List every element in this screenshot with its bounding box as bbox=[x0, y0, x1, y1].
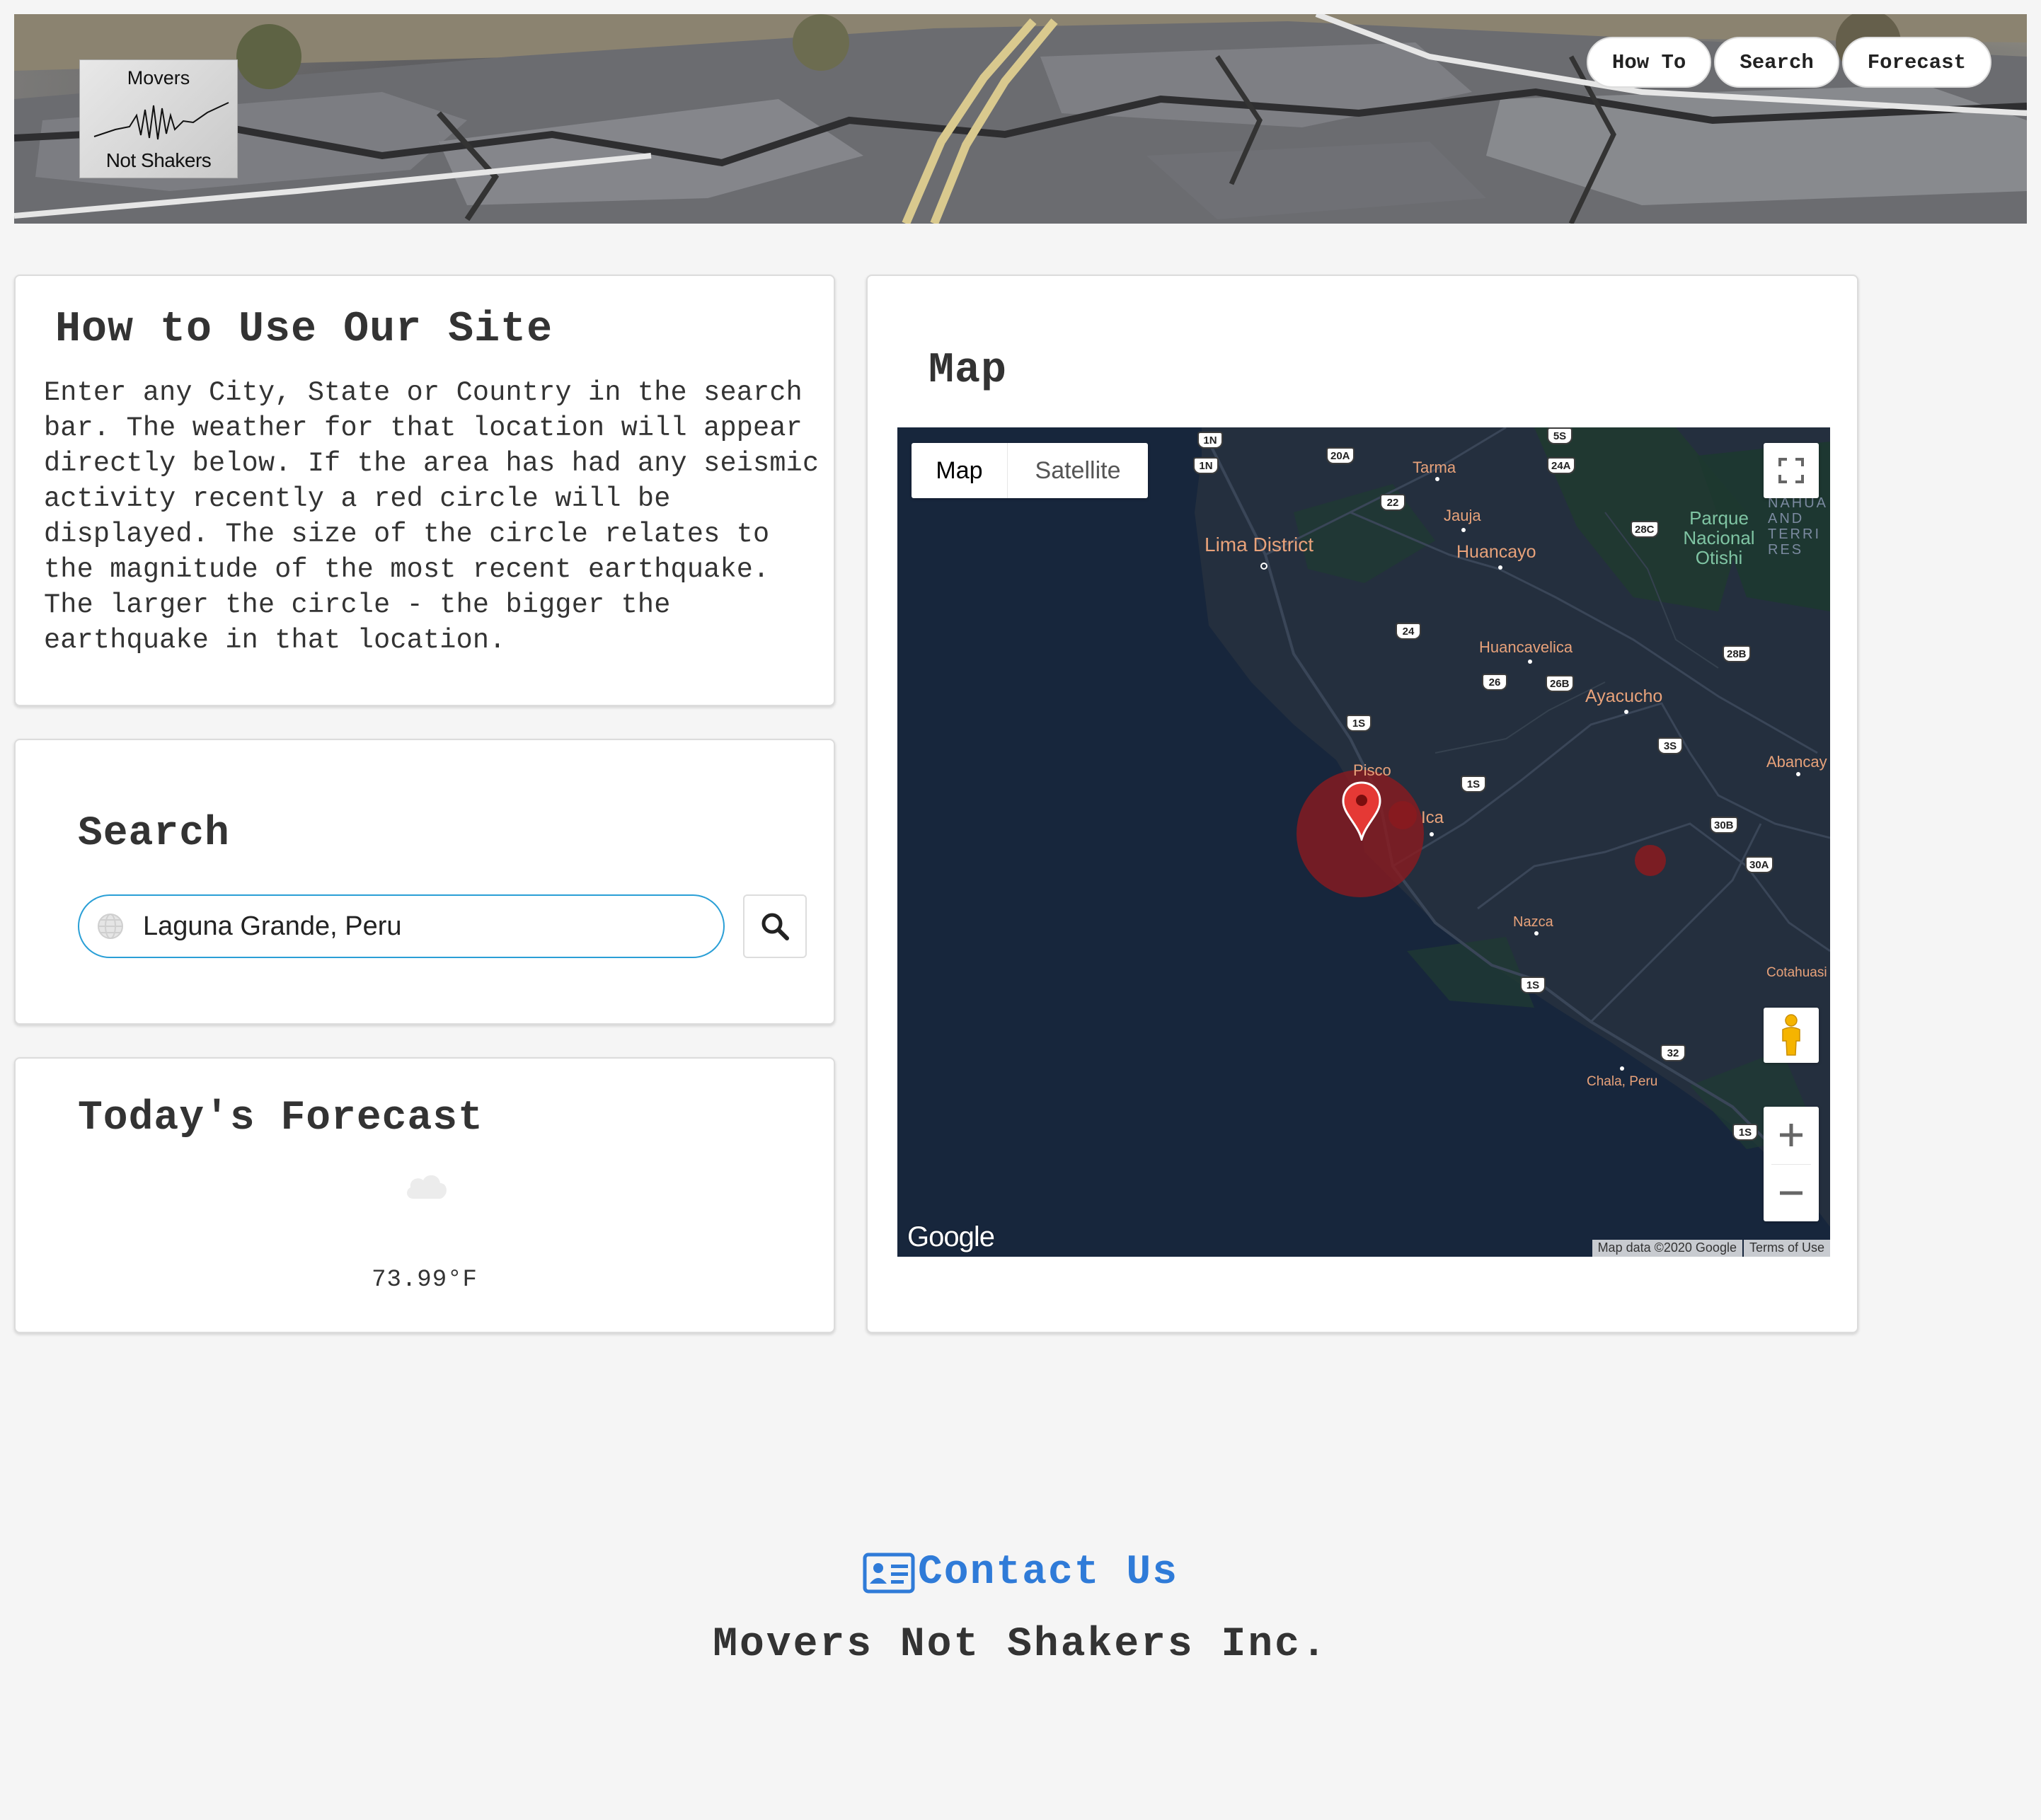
map-label-nazca: Nazca bbox=[1513, 914, 1553, 930]
map-label-chala: Chala, Peru bbox=[1587, 1074, 1658, 1089]
route-shield: 1N bbox=[1197, 432, 1223, 449]
route-shield: 26B bbox=[1546, 675, 1574, 692]
fullscreen-icon bbox=[1778, 458, 1804, 483]
map-label-lima: Lima District bbox=[1205, 534, 1314, 555]
route-shield: 5S bbox=[1547, 427, 1573, 444]
route-shield: 28B bbox=[1723, 645, 1751, 662]
quake-circle-small[interactable] bbox=[1635, 845, 1666, 876]
route-shield: 22 bbox=[1380, 494, 1405, 511]
route-shield: 20A bbox=[1326, 447, 1355, 464]
seismograph-icon bbox=[93, 102, 229, 140]
zoom-out-button[interactable] bbox=[1764, 1165, 1819, 1222]
cloud-icon bbox=[407, 1175, 447, 1199]
search-field[interactable] bbox=[78, 894, 725, 958]
nav-forecast-button[interactable]: Forecast bbox=[1841, 37, 1991, 88]
search-icon bbox=[761, 913, 789, 940]
route-shield: 24 bbox=[1396, 623, 1421, 640]
map-label-parque-otishi: Parque Nacional Otishi bbox=[1683, 507, 1755, 568]
route-shield: 24A bbox=[1547, 457, 1575, 474]
map-label-pisco: Pisco bbox=[1353, 761, 1391, 779]
map-card: Map Lima District Tarma Jauja Huancayo H… bbox=[866, 275, 1858, 1333]
site-logo[interactable]: Movers Not Shakers bbox=[79, 59, 238, 178]
route-shield: 3S bbox=[1657, 737, 1683, 754]
map-type-control: Map Satellite bbox=[912, 443, 1148, 498]
google-logo: Google bbox=[907, 1221, 995, 1252]
logo-text-bottom: Not Shakers bbox=[105, 149, 212, 171]
terms-of-use-link[interactable]: Terms of Use bbox=[1743, 1240, 1830, 1257]
location-marker-icon[interactable] bbox=[1342, 781, 1381, 841]
route-shield: 1S bbox=[1461, 776, 1486, 793]
route-shield: 1S bbox=[1520, 977, 1546, 993]
map-attribution: Map data ©2020 Google Terms of Use bbox=[1592, 1240, 1830, 1257]
map-label-abancay: Abancay bbox=[1766, 753, 1827, 771]
plus-icon bbox=[1780, 1124, 1803, 1147]
map-label-jauja: Jauja bbox=[1444, 507, 1481, 524]
route-shield: 30B bbox=[1710, 817, 1738, 834]
route-shield: 1S bbox=[1732, 1124, 1758, 1141]
route-shield: 28C bbox=[1631, 521, 1659, 538]
route-shield: 30A bbox=[1745, 856, 1773, 873]
google-map[interactable]: Lima District Tarma Jauja Huancayo Huanc… bbox=[897, 427, 1830, 1257]
map-type-map-button[interactable]: Map bbox=[912, 443, 1008, 498]
nav-search-button[interactable]: Search bbox=[1714, 37, 1839, 88]
forecast-card: Today's Forecast 73.99°F bbox=[14, 1057, 835, 1333]
top-nav: How To Search Forecast bbox=[1586, 37, 1991, 88]
logo-text-top: Movers bbox=[127, 67, 190, 88]
map-type-satellite-button[interactable]: Satellite bbox=[1008, 443, 1148, 498]
quake-circle-small[interactable] bbox=[1389, 801, 1417, 829]
map-label-ayacucho: Ayacucho bbox=[1585, 686, 1663, 706]
fullscreen-button[interactable] bbox=[1764, 443, 1819, 498]
search-input[interactable] bbox=[143, 911, 695, 942]
route-shield: 1S bbox=[1346, 715, 1372, 732]
nav-how-to-button[interactable]: How To bbox=[1586, 37, 1712, 88]
how-to-title: How to Use Our Site bbox=[55, 306, 553, 354]
route-shield: 26 bbox=[1482, 674, 1507, 691]
search-title: Search bbox=[78, 811, 230, 857]
minus-icon bbox=[1780, 1191, 1803, 1195]
forecast-temperature: 73.99°F bbox=[372, 1267, 478, 1294]
search-card: Search bbox=[14, 739, 835, 1025]
how-to-card: How to Use Our Site Enter any City, Stat… bbox=[14, 275, 835, 706]
zoom-in-button[interactable] bbox=[1764, 1107, 1819, 1164]
map-label-huancavelica: Huancavelica bbox=[1479, 638, 1573, 656]
zoom-control bbox=[1764, 1107, 1819, 1221]
pegman-icon bbox=[1782, 1014, 1800, 1056]
map-label-cotahuasi: Cotahuasi bbox=[1766, 965, 1827, 980]
route-shield: 1N bbox=[1193, 457, 1219, 474]
header-banner: Movers Not Shakers How To Search Forecas… bbox=[14, 14, 2027, 224]
map-label-ica: Ica bbox=[1421, 808, 1444, 827]
company-name: Movers Not Shakers Inc. bbox=[713, 1622, 1328, 1668]
search-button[interactable] bbox=[743, 894, 807, 958]
map-label-reserve: NAHUA AND TERRI RES bbox=[1768, 495, 1827, 558]
how-to-body: Enter any City, State or Country in the … bbox=[44, 377, 820, 656]
contact-us-link[interactable]: Contact Us bbox=[0, 1550, 2041, 1596]
route-shield: 32 bbox=[1660, 1044, 1686, 1061]
map-label-huancayo: Huancayo bbox=[1456, 542, 1536, 562]
map-data-credit: Map data ©2020 Google bbox=[1592, 1240, 1742, 1257]
contact-card-icon bbox=[863, 1553, 915, 1593]
forecast-title: Today's Forecast bbox=[78, 1095, 483, 1141]
map-title: Map bbox=[928, 347, 1008, 395]
street-view-button[interactable] bbox=[1764, 1008, 1819, 1063]
contact-us-label: Contact Us bbox=[917, 1550, 1179, 1596]
globe-icon bbox=[98, 914, 123, 939]
map-label-tarma: Tarma bbox=[1413, 459, 1456, 476]
